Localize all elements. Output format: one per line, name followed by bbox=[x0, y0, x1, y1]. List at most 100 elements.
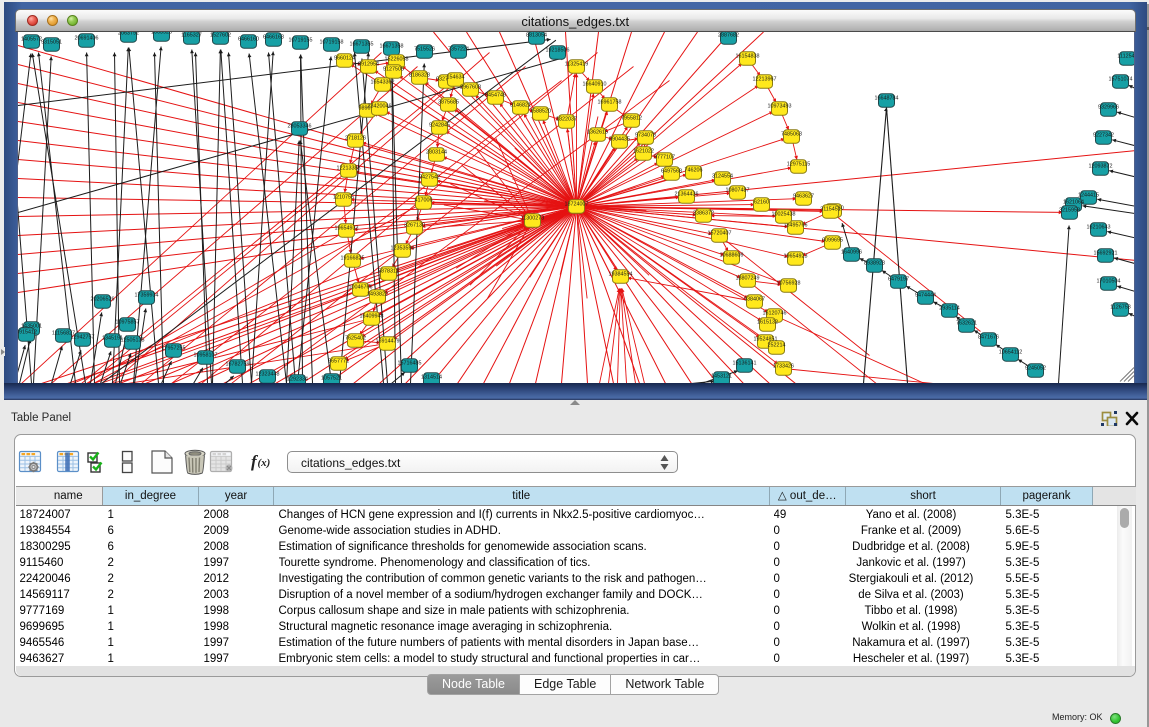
svg-text:9474444: 9474444 bbox=[915, 292, 936, 298]
svg-text:19654933: 19654933 bbox=[334, 225, 358, 231]
svg-text:8938923: 8938923 bbox=[864, 260, 885, 266]
svg-text:746206: 746206 bbox=[684, 167, 702, 173]
svg-text:1244415: 1244415 bbox=[1078, 192, 1099, 198]
svg-text:1453121: 1453121 bbox=[711, 373, 732, 379]
svg-text:1640996: 1640996 bbox=[841, 249, 862, 255]
svg-text:3915412: 3915412 bbox=[18, 329, 37, 335]
svg-text:6466163: 6466163 bbox=[263, 34, 284, 40]
svg-text:19166825: 19166825 bbox=[340, 255, 364, 261]
svg-text:18807249: 18807249 bbox=[735, 275, 759, 281]
svg-text:9734078: 9734078 bbox=[635, 132, 656, 138]
svg-text:5878312: 5878312 bbox=[378, 268, 399, 274]
svg-text:9227342: 9227342 bbox=[1093, 132, 1114, 138]
svg-text:20691406: 20691406 bbox=[74, 35, 98, 41]
svg-text:16671355: 16671355 bbox=[349, 41, 373, 47]
svg-text:9904435: 9904435 bbox=[609, 136, 630, 142]
svg-text:19654923: 19654923 bbox=[783, 253, 807, 259]
svg-text:2386372: 2386372 bbox=[693, 210, 714, 216]
svg-text:10958107: 10958107 bbox=[193, 352, 217, 358]
svg-text:9660124: 9660124 bbox=[334, 55, 355, 61]
svg-text:7955812: 7955812 bbox=[621, 115, 642, 121]
svg-text:1210755: 1210755 bbox=[333, 194, 354, 200]
svg-text:7357224: 7357224 bbox=[448, 46, 469, 52]
svg-text:10719158: 10719158 bbox=[319, 39, 343, 45]
svg-text:1314514: 1314514 bbox=[421, 374, 442, 380]
svg-text:16640910: 16640910 bbox=[582, 81, 606, 87]
svg-text:1733426: 1733426 bbox=[773, 363, 794, 369]
svg-text:8186328: 8186328 bbox=[409, 72, 430, 78]
svg-text:12213967: 12213967 bbox=[752, 76, 776, 82]
svg-text:1405572: 1405572 bbox=[21, 36, 42, 42]
svg-text:1621064: 1621064 bbox=[1063, 199, 1084, 205]
svg-text:1527602: 1527602 bbox=[210, 32, 231, 38]
svg-text:16671358: 16671358 bbox=[379, 43, 403, 49]
svg-text:1621022: 1621022 bbox=[633, 148, 654, 154]
svg-text:9463627: 9463627 bbox=[793, 193, 814, 199]
svg-text:7515526: 7515526 bbox=[414, 46, 435, 52]
svg-text:12353594: 12353594 bbox=[390, 245, 414, 251]
svg-text:10756928: 10756928 bbox=[776, 280, 800, 286]
svg-text:7632621: 7632621 bbox=[956, 320, 977, 326]
svg-text:1057521: 1057521 bbox=[321, 375, 342, 381]
svg-text:10807487: 10807487 bbox=[725, 187, 749, 193]
svg-text:10973493: 10973493 bbox=[767, 103, 791, 109]
svg-text:10975857: 10975857 bbox=[115, 319, 139, 325]
svg-text:21364436: 21364436 bbox=[674, 191, 698, 197]
svg-text:12975115: 12975115 bbox=[786, 161, 810, 167]
svg-text:16914479: 16914479 bbox=[375, 338, 399, 344]
svg-text:7625402: 7625402 bbox=[345, 335, 366, 341]
svg-text:9242845: 9242845 bbox=[429, 122, 450, 128]
svg-text:154634: 154634 bbox=[446, 74, 464, 80]
svg-text:8912954: 8912954 bbox=[358, 61, 379, 67]
svg-text:8813054: 8813054 bbox=[526, 32, 547, 38]
svg-text:1112541: 1112541 bbox=[1117, 53, 1135, 59]
svg-text:1822037: 1822037 bbox=[556, 116, 577, 122]
svg-text:252214: 252214 bbox=[767, 342, 785, 348]
svg-text:12323448: 12323448 bbox=[255, 371, 279, 377]
svg-text:15720407: 15720407 bbox=[707, 230, 731, 236]
svg-text:2718126: 2718126 bbox=[345, 135, 366, 141]
svg-text:7485063: 7485063 bbox=[781, 131, 802, 137]
svg-text:18724007: 18724007 bbox=[564, 201, 588, 207]
svg-text:417006: 417006 bbox=[414, 197, 432, 203]
svg-text:16782759: 16782759 bbox=[225, 361, 249, 367]
svg-text:3267130: 3267130 bbox=[404, 222, 425, 228]
svg-text:19384554: 19384554 bbox=[608, 271, 632, 277]
svg-text:23420046: 23420046 bbox=[367, 103, 391, 109]
svg-text:17359934: 17359934 bbox=[134, 292, 158, 298]
svg-text:1493822: 1493822 bbox=[367, 291, 388, 297]
svg-text:17957255: 17957255 bbox=[161, 345, 185, 351]
svg-text:15716485: 15716485 bbox=[397, 360, 421, 366]
svg-text:10046766: 10046766 bbox=[348, 284, 372, 290]
svg-text:(x): (x) bbox=[258, 457, 271, 469]
svg-text:15136141: 15136141 bbox=[732, 360, 756, 366]
svg-text:12093872: 12093872 bbox=[1088, 163, 1112, 169]
svg-text:3875685: 3875685 bbox=[438, 99, 459, 105]
svg-text:10654112: 10654112 bbox=[998, 349, 1022, 355]
svg-text:8471676: 8471676 bbox=[978, 334, 999, 340]
svg-text:19218506: 19218506 bbox=[545, 47, 569, 53]
svg-text:6099695: 6099695 bbox=[822, 237, 843, 243]
svg-text:9245052: 9245052 bbox=[1025, 365, 1046, 371]
svg-text:11300273: 11300273 bbox=[520, 215, 544, 221]
svg-text:9329966: 9329966 bbox=[1098, 104, 1119, 110]
svg-text:15751074: 15751074 bbox=[1108, 76, 1132, 82]
svg-text:9146821: 9146821 bbox=[510, 102, 531, 108]
svg-text:16961758: 16961758 bbox=[597, 99, 621, 105]
svg-text:10719155: 10719155 bbox=[288, 37, 312, 43]
svg-text:12213383: 12213383 bbox=[336, 165, 360, 171]
svg-text:6466160: 6466160 bbox=[238, 36, 259, 42]
svg-text:12942757: 12942757 bbox=[70, 334, 94, 340]
svg-text:2887682: 2887682 bbox=[718, 32, 739, 38]
svg-text:16120746: 16120746 bbox=[762, 310, 786, 316]
svg-text:1615132: 1615132 bbox=[757, 319, 778, 325]
svg-text:8454749: 8454749 bbox=[485, 92, 506, 98]
svg-text:1362615: 1362615 bbox=[587, 129, 608, 135]
svg-text:28053346: 28053346 bbox=[287, 123, 311, 129]
svg-text:10025438: 10025438 bbox=[771, 211, 795, 217]
svg-text:16543362: 16543362 bbox=[370, 79, 394, 85]
svg-text:10688609: 10688609 bbox=[719, 252, 743, 258]
svg-text:15226058: 15226058 bbox=[384, 56, 408, 62]
svg-text:16154838: 16154838 bbox=[735, 53, 759, 59]
svg-text:9384067: 9384067 bbox=[744, 296, 765, 302]
